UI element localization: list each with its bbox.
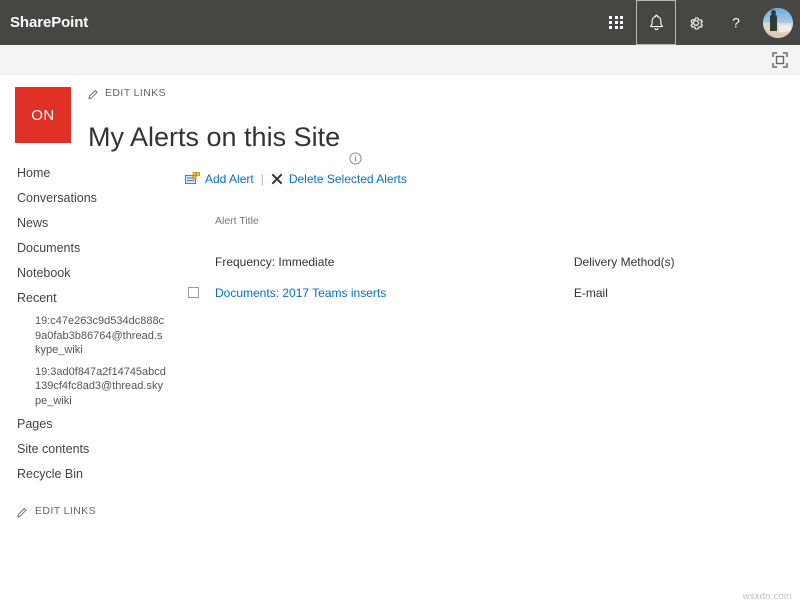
gear-icon (688, 15, 704, 31)
account-avatar-button[interactable] (756, 0, 800, 45)
pencil-icon (88, 88, 99, 99)
alert-delivery-cell: E-mail (574, 275, 785, 308)
help-button[interactable]: ? (716, 0, 756, 45)
add-alert-button[interactable]: Add Alert (205, 172, 254, 186)
avatar-object (779, 24, 792, 33)
sidebar-item-conversations[interactable]: Conversations (17, 186, 172, 211)
svg-text:?: ? (732, 15, 740, 31)
delivery-column-header-blank (574, 215, 785, 233)
alert-delivery-value: E-mail (574, 286, 608, 300)
sidebar-item-recent[interactable]: Recent (17, 286, 172, 311)
add-alert-icon (185, 172, 200, 186)
alert-title-cell: Documents: 2017 Teams inserts (215, 275, 574, 308)
sidebar-item-site-contents[interactable]: Site contents (17, 437, 172, 462)
frequency-label: Frequency: Immediate (215, 233, 574, 275)
toolbar-separator: | (261, 172, 264, 186)
sidebar-recent-item-1[interactable]: 19:c47e263c9d534dc888c9a0fab3b86764@thre… (17, 311, 167, 362)
focus-on-content-button[interactable] (770, 50, 790, 70)
chrome-bar (0, 45, 800, 75)
settings-button[interactable] (676, 0, 716, 45)
alerts-table-head: Alert Title (185, 215, 785, 233)
sidebar-item-home[interactable]: Home (17, 161, 172, 186)
alert-title-column-header: Alert Title (215, 215, 574, 233)
page-body: ON EDIT LINKS My Alerts on this Site Hom… (0, 75, 800, 606)
avatar (763, 8, 793, 38)
sidebar-item-news[interactable]: News (17, 211, 172, 236)
avatar-person (770, 14, 777, 31)
sidebar-item-recycle-bin[interactable]: Recycle Bin (17, 462, 172, 487)
title-block: EDIT LINKS My Alerts on this Site (88, 85, 362, 171)
alert-select-cell (185, 275, 215, 308)
delivery-method-header: Delivery Method(s) (574, 233, 785, 275)
focus-on-content-icon (770, 50, 790, 70)
edit-links-bottom-button[interactable]: EDIT LINKS (17, 505, 172, 517)
select-column-header (185, 215, 215, 233)
main-content: Add Alert | Delete Selected Alerts Alert… (185, 170, 785, 308)
edit-links-bottom-label: EDIT LINKS (35, 505, 96, 517)
edit-links-top-button[interactable]: EDIT LINKS (88, 85, 362, 101)
sharepoint-brand[interactable]: SharePoint (0, 14, 88, 31)
question-mark-icon: ? (729, 14, 743, 31)
alert-title-link[interactable]: Documents: 2017 Teams inserts (215, 286, 386, 300)
notifications-button[interactable] (636, 0, 676, 45)
avatar-sky (763, 8, 793, 24)
watermark: wsxdn.com (743, 591, 792, 602)
sidebar-item-pages[interactable]: Pages (17, 412, 172, 437)
pencil-icon (17, 506, 28, 517)
info-circle-icon[interactable] (349, 152, 362, 165)
sidebar-item-notebook[interactable]: Notebook (17, 261, 172, 286)
table-row[interactable]: Documents: 2017 Teams inserts E-mail (185, 275, 785, 308)
app-launcher-button[interactable] (596, 0, 636, 45)
left-navigation: Home Conversations News Documents Notebo… (0, 161, 172, 517)
edit-links-top-label: EDIT LINKS (105, 87, 166, 99)
frequency-spacer-cell (185, 233, 215, 275)
site-logo[interactable]: ON (15, 87, 71, 143)
suite-bar: SharePoint ? (0, 0, 800, 45)
site-header: ON EDIT LINKS My Alerts on this Site (0, 75, 800, 151)
close-icon (271, 173, 283, 185)
alert-checkbox[interactable] (188, 287, 199, 298)
alerts-table-body: Frequency: Immediate Delivery Method(s) … (185, 233, 785, 308)
sidebar-item-documents[interactable]: Documents (17, 236, 172, 261)
alerts-header-row: Alert Title (185, 215, 785, 233)
bell-icon (649, 14, 664, 31)
page-title: My Alerts on this Site (88, 121, 340, 153)
sidebar-recent-item-2[interactable]: 19:3ad0f847a2f14745abcd139cf4fc8ad3@thre… (17, 362, 167, 413)
suite-bar-actions: ? (596, 0, 800, 45)
alerts-toolbar: Add Alert | Delete Selected Alerts (185, 170, 785, 188)
waffle-icon (609, 16, 622, 29)
alerts-table: Alert Title Frequency: Immediate Deliver… (185, 215, 785, 308)
frequency-group-row: Frequency: Immediate Delivery Method(s) (185, 233, 785, 275)
delete-selected-alerts-button[interactable]: Delete Selected Alerts (289, 172, 407, 186)
